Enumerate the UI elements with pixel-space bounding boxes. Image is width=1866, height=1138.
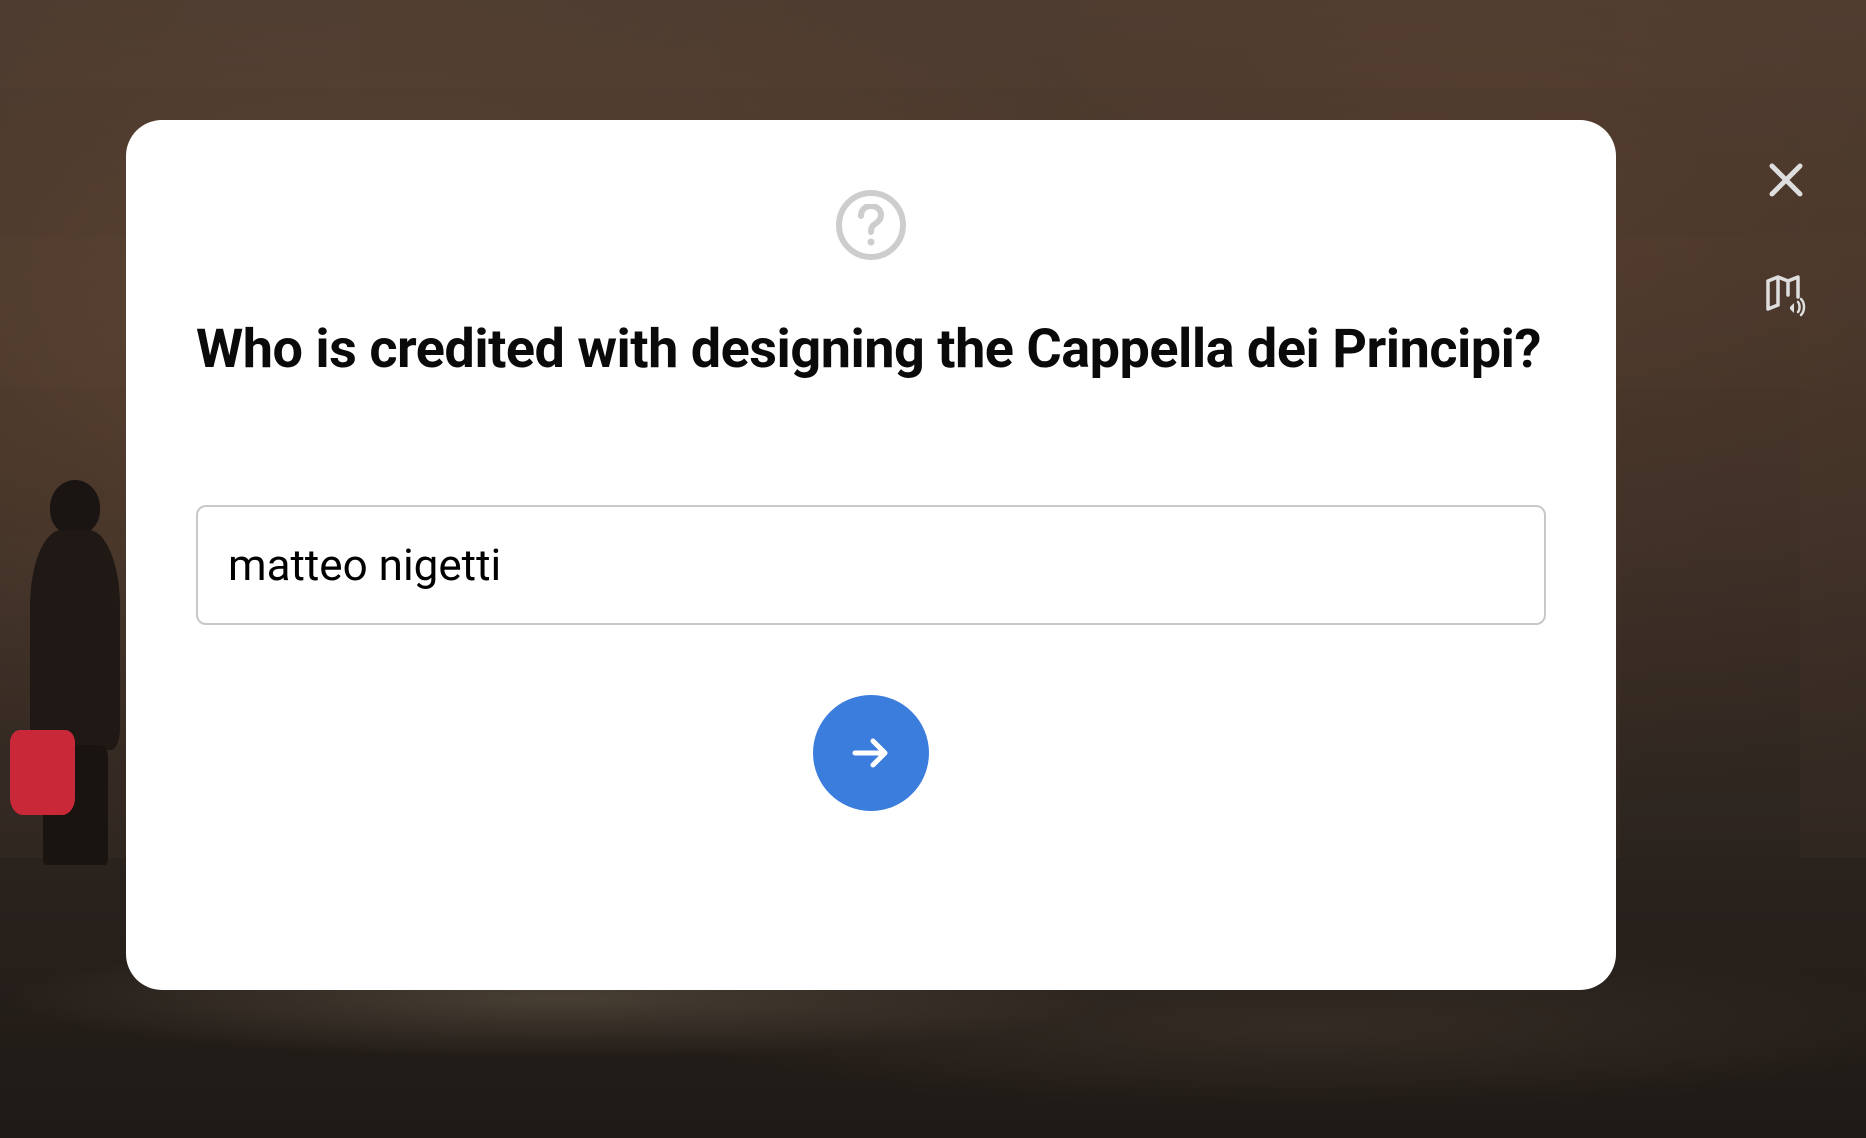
audio-guide-button[interactable] [1761,270,1811,320]
arrow-right-icon [847,729,895,777]
submit-button[interactable] [813,695,929,811]
close-button[interactable] [1761,155,1811,205]
question-text: Who is credited with designing the Cappe… [196,315,1546,385]
close-icon [1768,162,1804,198]
red-bag [10,730,75,815]
answer-input[interactable] [196,505,1546,625]
quiz-modal: Who is credited with designing the Cappe… [126,120,1616,990]
question-mark-icon [836,190,906,260]
map-audio-icon [1764,273,1808,317]
